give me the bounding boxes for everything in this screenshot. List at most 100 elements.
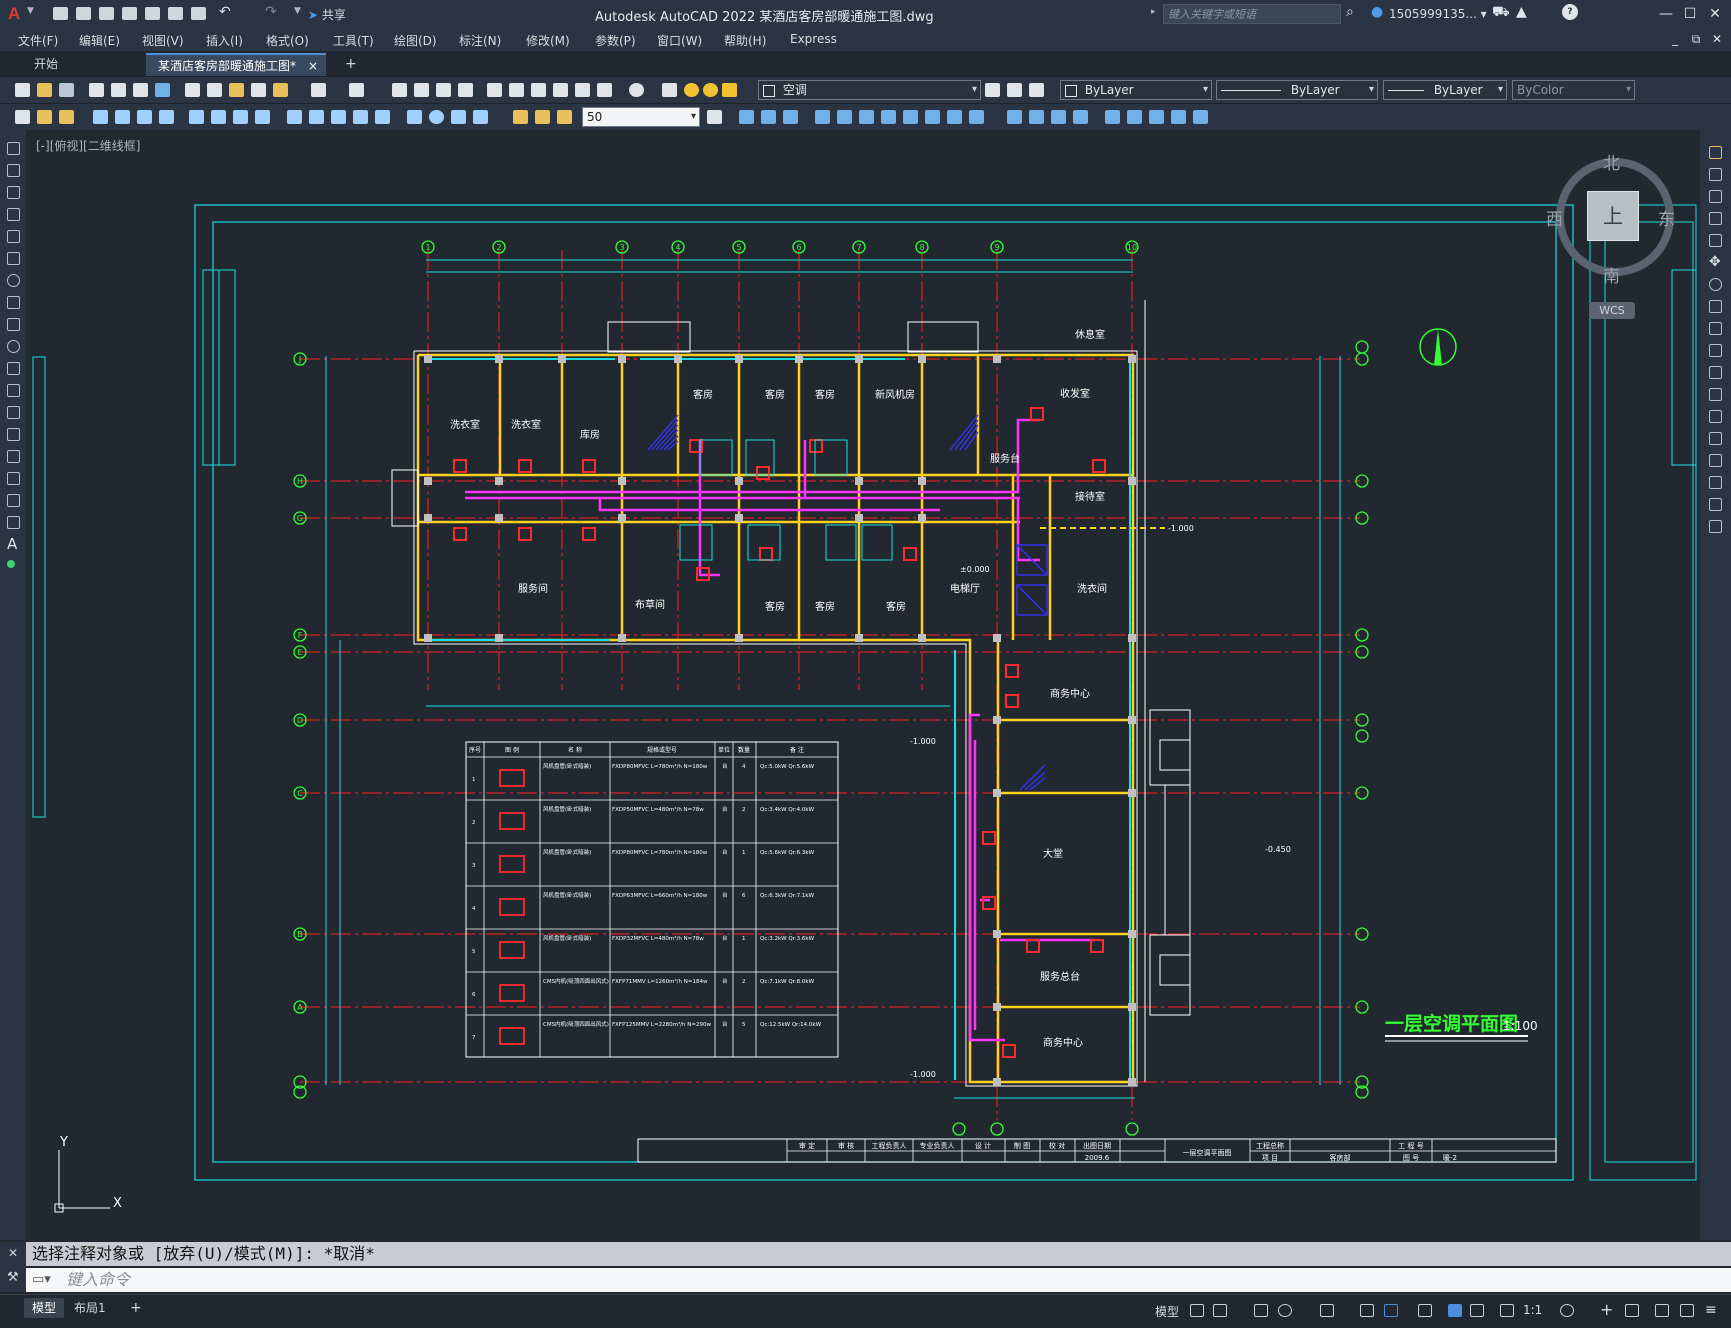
tab-drawing[interactable]: 某酒店客房部暖通施工图* × bbox=[146, 53, 326, 76]
scale-icon[interactable] bbox=[903, 110, 918, 124]
copy-palette-icon[interactable] bbox=[1709, 168, 1722, 181]
osnap-icon[interactable] bbox=[1360, 1304, 1374, 1317]
break-palette-icon[interactable] bbox=[1709, 410, 1722, 423]
tolerance-icon[interactable] bbox=[407, 110, 422, 124]
tool-palettes-icon[interactable] bbox=[531, 83, 546, 97]
plotstyle-dropdown[interactable]: ByColor ▾ bbox=[1512, 80, 1635, 100]
menu-express[interactable]: Express bbox=[790, 32, 837, 46]
markup-icon[interactable] bbox=[575, 83, 590, 97]
search-input[interactable]: 键入关键字或短语 bbox=[1163, 4, 1341, 24]
dim-arc-icon[interactable] bbox=[137, 110, 152, 124]
autocad-logo-icon[interactable]: A bbox=[8, 4, 20, 24]
revcloud-icon[interactable] bbox=[7, 296, 20, 309]
trim-icon[interactable] bbox=[947, 110, 962, 124]
table-icon[interactable] bbox=[7, 516, 20, 529]
ortho-icon[interactable] bbox=[1254, 1304, 1268, 1317]
join-palette-icon[interactable] bbox=[1709, 432, 1722, 445]
dim-update-icon[interactable] bbox=[557, 110, 572, 124]
offset-icon[interactable] bbox=[815, 110, 830, 124]
menu-help[interactable]: 帮助(H) bbox=[724, 32, 766, 49]
command-input[interactable]: ▭▾ 键入命令 bbox=[26, 1268, 1731, 1292]
tab-layout1[interactable]: 布局1 bbox=[66, 1298, 114, 1318]
publish-icon[interactable] bbox=[133, 83, 148, 97]
erase-palette-icon[interactable] bbox=[1709, 146, 1722, 159]
arc-icon[interactable] bbox=[7, 252, 20, 265]
redo-icon[interactable]: ↷ bbox=[265, 4, 277, 20]
minimize-icon[interactable]: — bbox=[1655, 4, 1677, 24]
match-prop-icon[interactable] bbox=[251, 83, 266, 97]
auto-scale-icon[interactable] bbox=[1470, 1304, 1484, 1317]
add-selected-icon[interactable] bbox=[7, 560, 15, 568]
qnew-icon[interactable] bbox=[15, 83, 30, 97]
trim-palette-icon[interactable] bbox=[1709, 344, 1722, 357]
polygon-icon[interactable] bbox=[7, 208, 20, 221]
drawing-svg[interactable]: 1 2 3 4 5 6 7 8 9 10 J H G F E D C B A 洗… bbox=[26, 130, 1700, 1240]
layer-iso-icon[interactable] bbox=[59, 110, 74, 124]
snap-icon[interactable] bbox=[1213, 1304, 1227, 1317]
viewport-controls[interactable]: [-][俯视][二维线框] bbox=[36, 137, 140, 154]
center-mark-icon[interactable] bbox=[429, 110, 444, 124]
layer-freeze-icon[interactable] bbox=[703, 83, 718, 97]
menu-modify[interactable]: 修改(M) bbox=[526, 32, 570, 49]
zoom-window-icon[interactable] bbox=[436, 83, 451, 97]
autodesk-a360-icon[interactable]: ▲ bbox=[1516, 4, 1527, 20]
save-icon-2[interactable] bbox=[59, 83, 74, 97]
layer-properties-icon[interactable] bbox=[662, 83, 677, 97]
layer-dropdown[interactable]: 空调 ▾ bbox=[758, 80, 981, 100]
tab-start[interactable]: 开始 bbox=[22, 53, 70, 76]
move-palette-icon[interactable]: ✥ bbox=[1709, 255, 1722, 269]
color-dropdown[interactable]: ByLayer ▾ bbox=[1060, 80, 1212, 100]
extend-icon[interactable] bbox=[969, 110, 984, 124]
undo-icon-2[interactable] bbox=[311, 83, 326, 97]
grid-icon[interactable] bbox=[1190, 1304, 1204, 1317]
scale-palette-icon[interactable] bbox=[1709, 300, 1722, 313]
wcs-menu-button[interactable]: WCS bbox=[1589, 302, 1635, 319]
annotation-visibility-icon[interactable] bbox=[1448, 1304, 1462, 1317]
dim-style-dropdown[interactable]: 50 ▾ bbox=[582, 107, 700, 127]
rotate-palette-icon[interactable] bbox=[1709, 278, 1722, 291]
make-block-icon[interactable] bbox=[7, 406, 20, 419]
help-icon-2[interactable] bbox=[629, 83, 644, 97]
array-icon[interactable] bbox=[837, 110, 852, 124]
splinedit-icon[interactable] bbox=[1171, 110, 1186, 124]
pan-icon[interactable] bbox=[392, 83, 407, 97]
dim-continue-icon[interactable] bbox=[331, 110, 346, 124]
menu-file[interactable]: 文件(F) bbox=[18, 32, 58, 49]
osnap-tracking-icon[interactable] bbox=[1320, 1304, 1334, 1317]
explode-palette-icon[interactable] bbox=[1709, 520, 1722, 533]
paste-icon[interactable] bbox=[229, 83, 244, 97]
close-command-icon[interactable]: ✕ bbox=[8, 1246, 18, 1260]
menu-draw[interactable]: 绘图(D) bbox=[394, 32, 437, 49]
annotation-scale-value[interactable]: 1:1 bbox=[1523, 1303, 1542, 1317]
tab-model[interactable]: 模型 bbox=[24, 1298, 65, 1318]
user-account[interactable]: 1505999135... ▾ bbox=[1389, 7, 1487, 21]
expand-search-icon[interactable]: ▸ bbox=[1151, 7, 1156, 17]
maximize-icon[interactable]: ☐ bbox=[1679, 4, 1701, 24]
design-center-icon[interactable] bbox=[509, 83, 524, 97]
open-file-icon[interactable] bbox=[76, 7, 91, 20]
tab-close-icon[interactable]: × bbox=[308, 55, 318, 78]
lineweight-icon[interactable] bbox=[1418, 1304, 1432, 1317]
menu-view[interactable]: 视图(V) bbox=[142, 32, 184, 49]
cut-icon[interactable] bbox=[185, 83, 200, 97]
dim-angular-icon[interactable] bbox=[255, 110, 270, 124]
quick-properties-icon[interactable] bbox=[1655, 1304, 1669, 1317]
point-icon[interactable] bbox=[7, 428, 20, 441]
save-web-icon[interactable] bbox=[168, 7, 183, 20]
new-tab-button[interactable]: + bbox=[333, 53, 369, 76]
jogged-linear-icon[interactable] bbox=[473, 110, 488, 124]
layer-lock-icon[interactable] bbox=[722, 83, 737, 97]
dim-linear-icon[interactable] bbox=[93, 110, 108, 124]
add-layout-button[interactable]: + bbox=[122, 1298, 150, 1318]
circle-icon[interactable] bbox=[7, 274, 20, 287]
blend-icon[interactable] bbox=[1127, 110, 1142, 124]
save-as-icon[interactable] bbox=[122, 7, 137, 20]
linetype-dropdown[interactable]: ByLayer ▾ bbox=[1216, 80, 1378, 100]
layer-state-icon[interactable] bbox=[1029, 83, 1044, 97]
cart-icon[interactable]: ⛟ bbox=[1492, 4, 1510, 22]
model-space-toggle[interactable]: 模型 bbox=[1155, 1303, 1179, 1320]
make-current-icon[interactable] bbox=[985, 83, 1000, 97]
chamfer-icon[interactable] bbox=[1051, 110, 1066, 124]
customize-wrench-icon[interactable]: ⚒ bbox=[7, 1270, 19, 1285]
compass-east[interactable]: 东 bbox=[1658, 205, 1675, 230]
